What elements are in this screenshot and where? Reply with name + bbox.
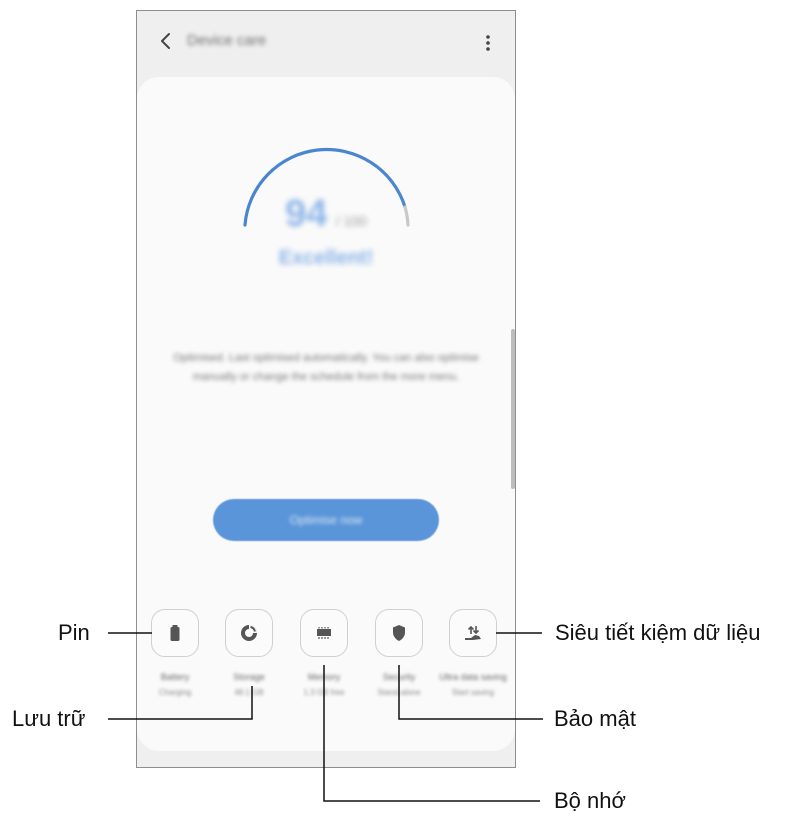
- callout-pin: Pin: [58, 620, 90, 645]
- device-care-card: 94 / 100 Excellent! Optimised. Last opti…: [137, 77, 515, 751]
- data-saving-tile-button[interactable]: [449, 609, 497, 657]
- tile-label: Memory: [307, 672, 341, 682]
- memory-tile-button[interactable]: [300, 609, 348, 657]
- tile-memory[interactable]: Memory 1.3 GB free: [288, 609, 360, 698]
- score-readout: 94 / 100: [137, 193, 515, 236]
- more-vertical-icon[interactable]: [483, 31, 493, 55]
- score-max: / 100: [335, 213, 367, 229]
- score-value: 94: [285, 193, 328, 235]
- tile-value: Charging: [158, 688, 192, 697]
- optimize-now-button[interactable]: Optimise now: [213, 499, 439, 541]
- shield-icon: [393, 625, 405, 641]
- tile-storage[interactable]: Storage 48.1 GB: [213, 609, 285, 698]
- tile-label: Security: [382, 672, 416, 682]
- callout-luu-tru: Lưu trữ: [12, 706, 86, 731]
- tile-value: 1.3 GB free: [303, 688, 345, 697]
- storage-pie-icon: [241, 625, 257, 641]
- tile-label: Battery: [160, 672, 190, 682]
- tile-data-saving[interactable]: Ultra data saving Start saving: [437, 609, 509, 698]
- tile-battery[interactable]: Battery Charging: [139, 609, 211, 698]
- storage-tile-button[interactable]: [225, 609, 273, 657]
- tile-label: Ultra data saving: [439, 672, 507, 682]
- callout-bo-nho: Bộ nhớ: [554, 788, 626, 813]
- tile-value: Start saving: [451, 688, 495, 697]
- app-title: Device care: [187, 32, 267, 49]
- phone-screen: Device care 94 / 100 Excellent! Optimise…: [136, 10, 516, 768]
- callout-sieu-tiet-kiem: Siêu tiết kiệm dữ liệu: [555, 620, 761, 645]
- memory-chip-icon: [317, 627, 331, 639]
- battery-icon: [170, 625, 180, 641]
- tile-value: 48.1 GB: [234, 688, 264, 697]
- tile-value: Stand-alone: [377, 688, 421, 697]
- security-tile-button[interactable]: [375, 609, 423, 657]
- callout-bao-mat: Bảo mật: [554, 706, 636, 731]
- tile-security[interactable]: Security Stand-alone: [363, 609, 435, 698]
- optimize-now-label: Optimise now: [289, 513, 363, 527]
- tile-label: Storage: [233, 672, 265, 682]
- description-text: Optimised. Last optimised automatically.…: [173, 352, 479, 383]
- score-status: Excellent!: [278, 247, 374, 269]
- app-bar: Device care: [137, 11, 515, 75]
- battery-tile-button[interactable]: [151, 609, 199, 657]
- feature-tiles: Battery Charging Storage 48.1 GB Memory …: [137, 609, 515, 749]
- back-arrow-icon[interactable]: [155, 29, 177, 53]
- scrollbar-thumb[interactable]: [511, 329, 515, 489]
- data-saving-icon: [465, 625, 481, 640]
